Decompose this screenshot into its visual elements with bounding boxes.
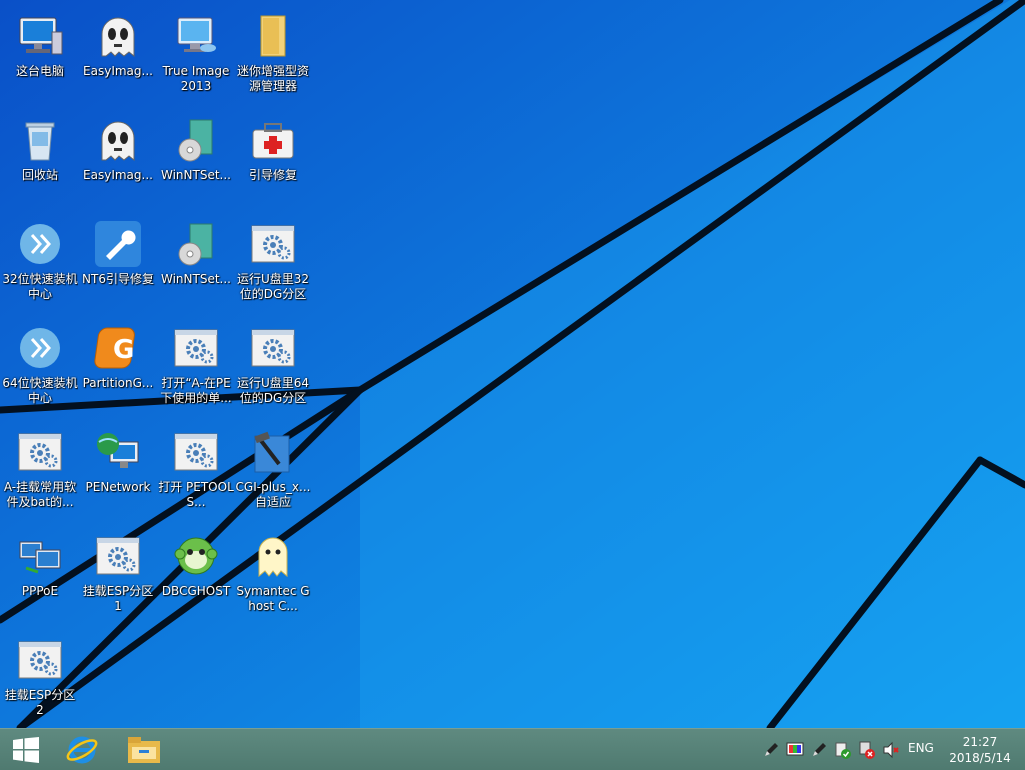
first-aid-kit-icon bbox=[249, 116, 297, 164]
desktop-icon-label: 迷你增强型资源管理器 bbox=[236, 64, 309, 93]
desktop-icon-label: 挂载ESP分区 2 bbox=[4, 688, 76, 717]
display-icon bbox=[786, 742, 804, 756]
desktop-icon[interactable]: True Image 2013 bbox=[158, 6, 234, 106]
desktop-icon[interactable]: 这台电脑 bbox=[2, 6, 78, 106]
folder-icon bbox=[249, 12, 297, 60]
desktop-icon[interactable]: Symantec Ghost C... bbox=[235, 526, 311, 626]
pen-icon bbox=[813, 743, 826, 756]
file-explorer-icon bbox=[128, 737, 160, 763]
desktop-icon[interactable]: A-挂载常用软件及bat的... bbox=[2, 422, 78, 522]
desktop-icon[interactable]: 32位快速装机中心 bbox=[2, 214, 78, 314]
desktop-icon-label: PPPoE bbox=[21, 584, 59, 598]
network-globe-icon bbox=[94, 428, 142, 476]
desktop-icon-label: 回收站 bbox=[21, 168, 58, 182]
desktop-icon-label: WinNTSet... bbox=[161, 272, 231, 286]
monitor-icon bbox=[172, 12, 220, 60]
script-gear-icon bbox=[16, 636, 64, 684]
script-gear-icon bbox=[172, 324, 220, 372]
desktop-icon[interactable]: 64位快速装机中心 bbox=[2, 318, 78, 418]
desktop-icon[interactable]: 回收站 bbox=[2, 110, 78, 210]
display-tray-button[interactable] bbox=[786, 741, 804, 759]
desktop-icon-label: A-挂载常用软件及bat的... bbox=[3, 480, 77, 509]
desktop-icon-label: 32位快速装机中心 bbox=[2, 272, 78, 301]
fast-forward-circle-icon bbox=[16, 324, 64, 372]
partition-guru-icon: G bbox=[94, 324, 142, 372]
desktop-icon[interactable]: 打开 PETOOLS... bbox=[158, 422, 234, 522]
script-gear-icon bbox=[172, 428, 220, 476]
desktop-icon-label: 挂载ESP分区 1 bbox=[82, 584, 154, 613]
start-button[interactable] bbox=[0, 729, 52, 770]
desktop-icon-label: DBCGHOST bbox=[161, 584, 231, 598]
cgi-tool-icon bbox=[249, 428, 297, 476]
svg-text:G: G bbox=[113, 335, 134, 365]
desktop-icon[interactable]: 迷你增强型资源管理器 bbox=[235, 6, 311, 106]
desktop-icon[interactable]: PPPoE bbox=[2, 526, 78, 626]
network-tray-button[interactable] bbox=[858, 741, 876, 759]
desktop-icon-label: PartitionG... bbox=[82, 376, 154, 390]
ghost-yellow-icon bbox=[249, 532, 297, 580]
desktop-icon[interactable]: CGI-plus_x... 自适应 bbox=[235, 422, 311, 522]
monkey-icon bbox=[172, 532, 220, 580]
desktop-icon-label: EasyImag... bbox=[83, 64, 153, 78]
desktop-icon-label: 打开“A-在PE下使用的单... bbox=[160, 376, 232, 405]
shield-check-icon bbox=[835, 742, 851, 759]
desktop-icon-label: 这台电脑 bbox=[15, 64, 64, 78]
pen-icon bbox=[765, 743, 778, 756]
internet-explorer-button[interactable] bbox=[56, 729, 108, 770]
script-gear-icon bbox=[94, 532, 142, 580]
desktop-icon-label: 打开 PETOOLS... bbox=[158, 480, 234, 509]
script-gear-icon bbox=[16, 428, 64, 476]
wrench-icon bbox=[94, 220, 142, 268]
installer-disc-icon bbox=[172, 116, 220, 164]
security-tray-button[interactable] bbox=[834, 741, 852, 759]
desktop-icon[interactable]: WinNTSet... bbox=[158, 214, 234, 314]
desktop-icon-label: NT6引导修复 bbox=[82, 272, 154, 286]
volume-tray-button[interactable] bbox=[882, 741, 900, 759]
script-gear-icon bbox=[249, 220, 297, 268]
desktop-icon-label: PENetwork bbox=[85, 480, 151, 494]
desktop-icon[interactable]: 运行U盘里64位的DG分区 bbox=[235, 318, 311, 418]
desktop-icon[interactable]: EasyImag... bbox=[80, 110, 156, 210]
fast-forward-circle-icon bbox=[16, 220, 64, 268]
speaker-muted-icon bbox=[883, 741, 899, 759]
windows-logo-icon bbox=[13, 737, 39, 763]
desktop-icon[interactable]: WinNTSet... bbox=[158, 110, 234, 210]
computer-icon bbox=[16, 12, 64, 60]
file-explorer-button[interactable] bbox=[118, 729, 170, 770]
desktop-icon[interactable]: PENetwork bbox=[80, 422, 156, 522]
ghost-icon bbox=[94, 12, 142, 60]
desktop-icon[interactable]: 挂载ESP分区 2 bbox=[2, 630, 78, 730]
desktop-icon[interactable]: NT6引导修复 bbox=[80, 214, 156, 314]
taskbar: ENG 21:27 2018/5/14 bbox=[0, 728, 1025, 770]
desktop-icon[interactable]: 打开“A-在PE下使用的单... bbox=[158, 318, 234, 418]
desktop-icon-label: True Image 2013 bbox=[162, 64, 230, 93]
desktop-icon[interactable]: EasyImag... bbox=[80, 6, 156, 106]
internet-explorer-icon bbox=[66, 736, 98, 764]
desktop-icon-label: EasyImag... bbox=[83, 168, 153, 182]
desktop-icon-label: 引导修复 bbox=[248, 168, 297, 182]
desktop-icon[interactable]: 运行U盘里32位的DG分区 bbox=[235, 214, 311, 314]
clock[interactable]: 21:27 2018/5/14 bbox=[946, 734, 1014, 766]
desktop-icon[interactable]: 挂载ESP分区 1 bbox=[80, 526, 156, 626]
installer-disc-icon bbox=[172, 220, 220, 268]
desktop-icon-label: 运行U盘里32位的DG分区 bbox=[236, 272, 310, 301]
pen-tray-button[interactable] bbox=[762, 741, 780, 759]
ghost-icon bbox=[94, 116, 142, 164]
desktop-icon[interactable]: 引导修复 bbox=[235, 110, 311, 210]
desktop-icon-label: CGI-plus_x... 自适应 bbox=[235, 480, 311, 509]
clock-date: 2018/5/14 bbox=[949, 751, 1011, 765]
network-disconnected-icon bbox=[859, 741, 875, 759]
desktop-icon-label: 运行U盘里64位的DG分区 bbox=[236, 376, 310, 405]
language-indicator[interactable]: ENG bbox=[908, 741, 934, 755]
desktop-icon-label: WinNTSet... bbox=[161, 168, 231, 182]
clock-time: 21:27 bbox=[962, 735, 998, 749]
pppoe-computers-icon bbox=[16, 532, 64, 580]
recycle-bin-icon bbox=[16, 116, 64, 164]
desktop-icon-label: Symantec Ghost C... bbox=[236, 584, 310, 613]
desktop-icon[interactable]: G PartitionG... bbox=[80, 318, 156, 418]
script-gear-icon bbox=[249, 324, 297, 372]
desktop-icon-label: 64位快速装机中心 bbox=[2, 376, 78, 405]
pen-tray-button-2[interactable] bbox=[810, 741, 828, 759]
desktop-icon[interactable]: DBCGHOST bbox=[158, 526, 234, 626]
